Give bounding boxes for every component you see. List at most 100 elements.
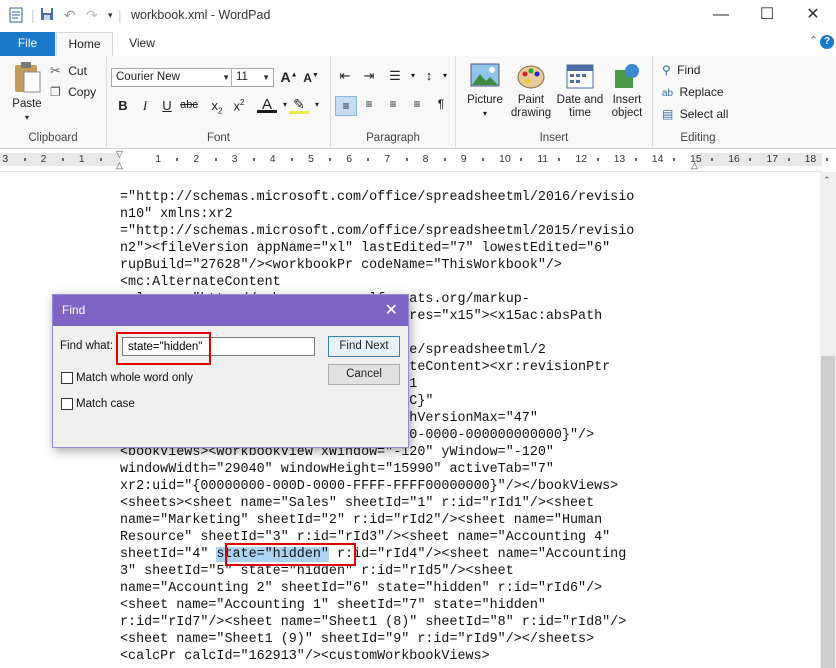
match-case-checkbox[interactable] (61, 398, 73, 410)
ruler-margin-left (0, 153, 120, 166)
wordpad-app-icon[interactable] (9, 7, 23, 26)
underline-icon[interactable]: U (157, 98, 177, 113)
paint-label-1: Paint (517, 94, 545, 106)
ruler-tick (481, 158, 484, 161)
bullets-icon[interactable]: ☰ (385, 68, 405, 84)
highlight-dropdown-icon[interactable]: ▾ (307, 100, 327, 109)
scrollbar-thumb[interactable] (821, 356, 835, 668)
maximize-button[interactable]: ☐ (744, 0, 790, 32)
redo-icon[interactable]: ↷ (86, 7, 98, 24)
insert-object-button[interactable]: Insert object (604, 62, 650, 120)
document-line[interactable]: name="Marketing" sheetId="2" r:id="rId2"… (120, 512, 602, 529)
hanging-indent-icon[interactable]: △ (116, 160, 123, 171)
object-label-1: Insert (612, 94, 642, 106)
paste-button[interactable]: Paste ▾ (8, 60, 46, 124)
match-case-label[interactable]: Match case (76, 398, 135, 410)
italic-icon[interactable]: I (135, 98, 155, 114)
document-line[interactable]: n10" xmlns:xr2 (120, 206, 233, 223)
editing-group-label: Editing (680, 132, 716, 144)
paragraph-dialog-icon[interactable]: ¶ (431, 97, 451, 111)
ruler-number: 12 (575, 153, 588, 165)
cut-button[interactable]: ✂ Cut (50, 63, 87, 79)
document-line[interactable]: rupBuild="27628"/><workbookPr codeName="… (120, 257, 562, 274)
ruler-tick (787, 158, 790, 161)
document-line[interactable]: <sheet name="Sheet1 (9)" sheetId="9" r:i… (120, 631, 594, 648)
font-size-value: 11 (236, 71, 248, 83)
replace-button[interactable]: ab Replace (662, 85, 724, 99)
document-line[interactable]: <calcPr calcId="162913"/><customWorkbook… (120, 648, 490, 665)
ruler-tick (99, 158, 102, 161)
font-color-icon[interactable]: A (257, 96, 277, 113)
document-line-highlight[interactable]: sheetId="4" state="hidden" r:id="rId4"/>… (120, 546, 626, 563)
ruler-tick (61, 158, 64, 161)
document-line[interactable]: n2"><fileVersion appName="xl" lastEdited… (120, 240, 610, 257)
bold-icon[interactable]: B (113, 98, 133, 113)
ruler-number: 18 (804, 153, 817, 165)
document-line[interactable]: <mc:AlternateContent (120, 274, 281, 291)
increase-indent-icon[interactable]: ⇥ (359, 68, 379, 84)
ruler-margin-right (694, 153, 822, 166)
tab-home[interactable]: Home (56, 32, 113, 56)
highlight-icon[interactable]: ✎ (289, 96, 309, 114)
align-center-icon[interactable]: ≡ (359, 97, 379, 111)
font-family-select[interactable]: Courier New ▼ (111, 68, 234, 87)
right-indent-icon[interactable]: △ (691, 160, 698, 171)
ruler-number: 2 (40, 153, 47, 165)
align-right-icon[interactable]: ≡ (383, 97, 403, 111)
ruler-number: 10 (499, 153, 511, 165)
select-all-button[interactable]: ▤ Select all (662, 107, 728, 121)
close-icon[interactable]: ✕ (385, 300, 398, 320)
match-whole-word-label[interactable]: Match whole word only (76, 372, 193, 384)
undo-icon[interactable]: ↶ (64, 7, 76, 24)
paste-label: Paste (12, 98, 42, 110)
decrease-indent-icon[interactable]: ⇤ (335, 68, 355, 84)
copy-button[interactable]: ❐ Copy (50, 85, 96, 99)
match-whole-word-checkbox[interactable] (61, 372, 73, 384)
document-line[interactable]: ="http://schemas.microsoft.com/office/sp… (120, 223, 634, 240)
ruler-number: 9 (460, 153, 467, 165)
collapse-ribbon-icon[interactable]: ⌃ (809, 34, 818, 47)
tab-file[interactable]: File (0, 32, 55, 56)
customize-qat-icon[interactable]: ▾ (108, 10, 113, 21)
strikethrough-icon[interactable]: abc (179, 99, 199, 111)
vertical-scrollbar[interactable]: ⌃ (820, 172, 836, 668)
subscript-icon[interactable]: x2 (207, 98, 227, 116)
document-line[interactable]: xr2:uid="{00000000-000D-0000-FFFF-FFFF00… (120, 478, 618, 495)
paste-dropdown-icon[interactable]: ▾ (8, 111, 46, 124)
paint-drawing-button[interactable]: Paint drawing (506, 62, 556, 120)
close-window-button[interactable]: ✕ (790, 0, 836, 32)
insert-group-label: Insert (539, 132, 569, 144)
document-line[interactable]: name="Accounting 2" sheetId="6" state="h… (120, 580, 602, 597)
shrink-font-icon[interactable]: A▼ (301, 71, 321, 85)
justify-icon[interactable]: ≡ (407, 97, 427, 111)
document-line[interactable]: <sheet name="Accounting 1" sheetId="7" s… (120, 597, 546, 614)
ruler-tick (520, 158, 523, 161)
scroll-up-icon[interactable]: ⌃ (823, 175, 831, 186)
input-annotation-box (116, 332, 211, 365)
date-time-button[interactable]: Date and time (554, 62, 606, 120)
help-icon[interactable]: ? (820, 35, 834, 49)
save-icon[interactable] (40, 7, 54, 24)
align-left-icon[interactable]: ≡ (335, 96, 357, 116)
minimize-button[interactable]: — (698, 0, 744, 32)
find-next-button[interactable]: Find Next (328, 336, 400, 357)
ribbon-tabs: File Home View ⌃ ? (0, 32, 836, 57)
font-size-select[interactable]: 11 ▼ (231, 68, 274, 87)
ruler[interactable]: 3 2 1 1 2 3 4 5 6 7 8 9 10 11 12 13 14 15 16 17 18 ▽ △ △ (0, 149, 828, 172)
document-line[interactable]: ="http://schemas.microsoft.com/office/sp… (120, 189, 634, 206)
find-button[interactable]: ⚲ Find (662, 63, 700, 77)
picture-button[interactable]: Picture ▾ (462, 62, 508, 120)
document-line[interactable]: <sheets><sheet name="Sales" sheetId="1" … (120, 495, 594, 512)
separator-icon-2: | (118, 7, 122, 23)
text-after-match: r:id="rId4"/><sheet name="Accounting (328, 547, 627, 562)
tab-view[interactable]: View (118, 32, 166, 56)
find-dialog-titlebar[interactable]: Find ✕ (53, 295, 408, 326)
document-line[interactable]: r:id="rId7"/><sheet name="Sheet1 (8)" sh… (120, 614, 626, 631)
superscript-icon[interactable]: x2 (229, 98, 249, 113)
first-line-indent-icon[interactable]: ▽ (116, 149, 123, 160)
document-line[interactable]: Resource" sheetId="3" r:id="rId3"/><shee… (120, 529, 610, 546)
document-line[interactable]: windowWidth="29040" windowHeight="15990"… (120, 461, 554, 478)
grow-font-icon[interactable]: A▲ (279, 69, 299, 85)
ruler-number: 14 (651, 153, 664, 165)
cancel-button[interactable]: Cancel (328, 364, 400, 385)
